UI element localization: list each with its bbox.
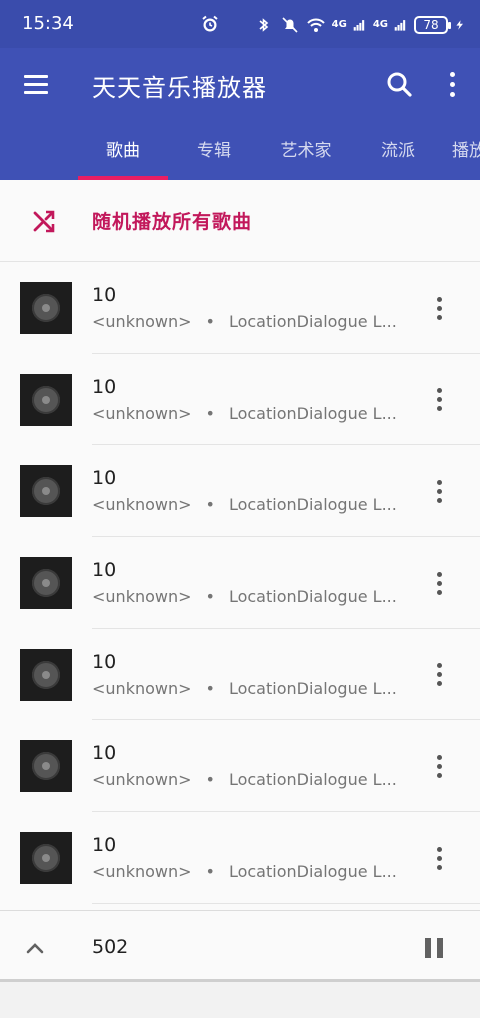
more-vert-icon[interactable] — [434, 62, 470, 106]
tab-songs[interactable]: 歌曲 — [78, 128, 168, 180]
song-title: 10 — [92, 650, 117, 673]
song-subtitle: <unknown> • LocationDialogue L... — [92, 587, 402, 606]
song-row[interactable]: 10 <unknown> • LocationDialogue L... — [0, 262, 480, 354]
battery-indicator: 78 — [414, 16, 451, 34]
app-bar: 15:34 4G 4G 78 天天音乐播放器 歌曲 专辑 艺术家 流派 播放 — [0, 0, 480, 180]
shuffle-icon — [33, 210, 55, 233]
song-title: 10 — [92, 834, 117, 857]
wifi-icon — [306, 18, 325, 32]
shuffle-all-label: 随机播放所有歌曲 — [92, 211, 253, 233]
pause-icon[interactable] — [420, 935, 448, 961]
separator-dot: • — [205, 678, 215, 698]
now-playing-title: 502 — [92, 936, 129, 958]
song-title: 10 — [92, 375, 117, 398]
separator-dot: • — [205, 312, 215, 331]
separator-dot: • — [205, 862, 215, 882]
song-album: LocationDialogue L... — [228, 587, 397, 607]
song-subtitle: <unknown> • LocationDialogue L... — [92, 679, 402, 698]
album-art-placeholder — [20, 648, 72, 701]
separator-dot: • — [205, 495, 215, 515]
song-more-icon[interactable] — [426, 563, 452, 603]
song-more-icon[interactable] — [426, 838, 452, 878]
app-title: 天天音乐播放器 — [92, 74, 267, 102]
song-row[interactable]: 10 <unknown> • LocationDialogue L... — [0, 445, 480, 537]
bluetooth-icon — [259, 18, 268, 32]
song-row[interactable]: 10 <unknown> • LocationDialogue L... — [0, 629, 480, 721]
mute-bell-icon — [282, 17, 298, 33]
tab-artists[interactable]: 艺术家 — [260, 128, 352, 180]
album-art-placeholder — [20, 832, 72, 885]
separator-dot: • — [205, 403, 215, 423]
tab-bar: 歌曲 专辑 艺术家 流派 播放 — [0, 128, 480, 180]
song-album: LocationDialogue L... — [228, 770, 397, 790]
song-artist: <unknown> — [92, 770, 192, 790]
song-album: LocationDialogue L... — [228, 312, 397, 331]
album-art-placeholder — [20, 740, 72, 793]
status-time: 15:34 — [22, 13, 74, 34]
song-row[interactable]: 10 <unknown> • LocationDialogue L... — [0, 812, 480, 904]
signal-bars-icon — [353, 20, 365, 31]
bottom-navigation-area — [0, 982, 480, 1018]
song-subtitle: <unknown> • LocationDialogue L... — [92, 404, 402, 423]
tab-playlists[interactable]: 播放 — [452, 128, 480, 180]
mini-player[interactable]: 502 — [0, 910, 480, 982]
song-artist: <unknown> — [92, 587, 192, 607]
separator-dot: • — [205, 770, 215, 790]
song-album: LocationDialogue L... — [228, 403, 397, 423]
signal-bars-icon — [394, 20, 406, 31]
song-album: LocationDialogue L... — [228, 495, 397, 515]
song-list: 10 <unknown> • LocationDialogue L... 10 <u… — [0, 262, 480, 904]
song-row[interactable]: 10 <unknown> • LocationDialogue L... — [0, 537, 480, 629]
song-more-icon[interactable] — [426, 380, 452, 420]
signal-label-1: 4G — [331, 19, 347, 30]
song-title: 10 — [92, 284, 117, 306]
song-title: 10 — [92, 467, 117, 490]
album-art-placeholder — [20, 282, 72, 334]
song-artist: <unknown> — [92, 862, 192, 882]
status-bar: 15:34 4G 4G 78 — [0, 0, 480, 48]
song-artist: <unknown> — [92, 403, 192, 423]
signal-label-2: 4G — [372, 19, 388, 30]
tab-albums[interactable]: 专辑 — [168, 128, 260, 180]
song-subtitle: <unknown> • LocationDialogue L... — [92, 862, 402, 881]
song-row[interactable]: 10 <unknown> • LocationDialogue L... — [0, 720, 480, 812]
song-album: LocationDialogue L... — [228, 678, 397, 698]
alarm-icon — [202, 15, 218, 32]
chevron-up-icon[interactable] — [20, 933, 50, 963]
album-art-placeholder — [20, 557, 72, 610]
shuffle-all-row[interactable]: 随机播放所有歌曲 — [0, 180, 480, 262]
album-art-placeholder — [20, 373, 72, 426]
song-artist: <unknown> — [92, 312, 192, 331]
song-artist: <unknown> — [92, 495, 192, 515]
hamburger-menu-icon[interactable] — [14, 62, 58, 106]
song-more-icon[interactable] — [426, 288, 452, 328]
charging-icon — [456, 20, 463, 30]
separator-dot: • — [205, 587, 215, 607]
song-album: LocationDialogue L... — [228, 862, 397, 882]
song-title: 10 — [92, 559, 117, 582]
song-more-icon[interactable] — [426, 746, 452, 786]
status-icons: 4G 4G 78 — [254, 14, 466, 36]
search-icon[interactable] — [380, 62, 420, 106]
album-art-placeholder — [20, 465, 72, 518]
song-more-icon[interactable] — [426, 471, 452, 511]
song-row[interactable]: 10 <unknown> • LocationDialogue L... — [0, 354, 480, 446]
song-subtitle: <unknown> • LocationDialogue L... — [92, 312, 402, 331]
song-subtitle: <unknown> • LocationDialogue L... — [92, 770, 402, 789]
song-subtitle: <unknown> • LocationDialogue L... — [92, 495, 402, 514]
song-title: 10 — [92, 742, 117, 765]
song-more-icon[interactable] — [426, 655, 452, 695]
tab-genres[interactable]: 流派 — [352, 128, 444, 180]
song-artist: <unknown> — [92, 678, 192, 698]
